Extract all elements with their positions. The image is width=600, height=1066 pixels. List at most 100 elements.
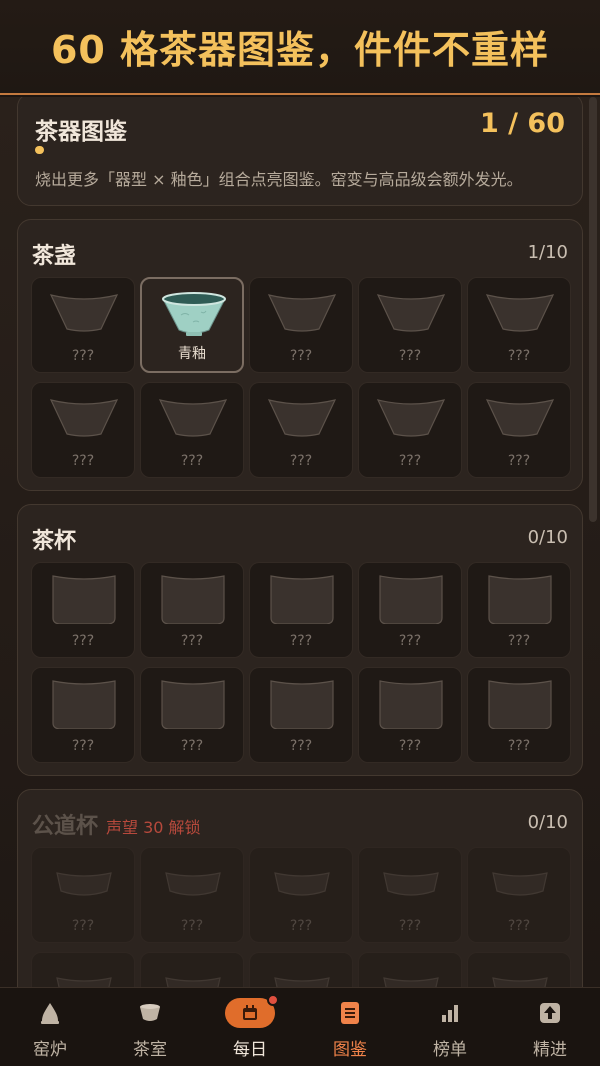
- kiln-icon: [25, 997, 75, 1029]
- catalog-description: 烧出更多「器型 × 釉色」组合点亮图鉴。窑变与高品级会额外发光。: [35, 170, 523, 189]
- collection-cell-unknown[interactable]: ???: [31, 382, 135, 478]
- teabowl-silhouette-icon: [267, 294, 337, 332]
- collection-cell-unknown[interactable]: ???: [140, 382, 244, 478]
- teacup-silhouette-icon: [161, 575, 225, 624]
- teabowl-icon: [162, 292, 226, 336]
- nav-item-daily[interactable]: 每日: [200, 988, 300, 1066]
- collection-cell-unknown[interactable]: ???: [467, 277, 571, 373]
- pitcher-silhouette-icon: [492, 977, 548, 987]
- cell-label: ???: [507, 738, 531, 754]
- collection-cell-unknown[interactable]: ???: [31, 847, 135, 943]
- teacup-silhouette-icon: [52, 680, 116, 729]
- collection-cell-unknown[interactable]: ???: [467, 382, 571, 478]
- cell-label: ???: [289, 918, 313, 934]
- collection-cell-unknown[interactable]: ???: [467, 952, 571, 987]
- collection-cell-unknown[interactable]: ???: [249, 952, 353, 987]
- teacup-silhouette-icon: [488, 575, 552, 624]
- cell-label: ???: [398, 633, 422, 649]
- collection-cell-unknown[interactable]: ???: [249, 562, 353, 658]
- cell-label: ???: [180, 918, 204, 934]
- collection-cell-unknown[interactable]: ???: [31, 667, 135, 763]
- cell-label: ???: [398, 918, 422, 934]
- cell-label: ???: [289, 453, 313, 469]
- teacup-silhouette-icon: [379, 680, 443, 729]
- collection-cell-unknown[interactable]: ???: [358, 952, 462, 987]
- nav-label: 图鉴: [333, 1040, 367, 1060]
- collection-cell-unknown[interactable]: ???: [358, 277, 462, 373]
- cell-label: ???: [71, 918, 95, 934]
- category-title-text: 茶杯: [32, 529, 77, 554]
- collection-grid: ??????????????????????????????: [31, 847, 571, 987]
- cell-label: ???: [507, 453, 531, 469]
- cell-label: ???: [507, 633, 531, 649]
- collection-cell-unknown[interactable]: ???: [140, 667, 244, 763]
- upgrade-icon: [525, 997, 575, 1029]
- teabowl-silhouette-icon: [49, 399, 119, 437]
- cell-label: ???: [398, 453, 422, 469]
- pitcher-silhouette-icon: [383, 872, 439, 896]
- collection-grid: ??? 青釉????????????????????????: [31, 277, 571, 478]
- nav-item-ranking[interactable]: 榜单: [400, 988, 500, 1066]
- teacup-silhouette-icon: [379, 575, 443, 624]
- collection-cell-unknown[interactable]: ???: [358, 562, 462, 658]
- collection-cell-unknown[interactable]: ???: [249, 277, 353, 373]
- collection-cell-unknown[interactable]: ???: [249, 382, 353, 478]
- scrollbar-thumb[interactable]: [589, 97, 597, 522]
- pitcher-silhouette-icon: [274, 872, 330, 896]
- collection-cell-unknown[interactable]: ???: [467, 562, 571, 658]
- teabowl-silhouette-icon: [485, 399, 555, 437]
- cell-label: ???: [289, 738, 313, 754]
- collection-cell-unknown[interactable]: ???: [358, 382, 462, 478]
- cell-label: ???: [71, 633, 95, 649]
- catalog-summary-card: 茶器图鉴 1 / 60 烧出更多「器型 × 釉色」组合点亮图鉴。窑变与高品级会额…: [17, 97, 583, 206]
- nav-item-upgrade[interactable]: 精进: [500, 988, 600, 1066]
- pitcher-silhouette-icon: [56, 872, 112, 896]
- cell-label: ???: [507, 348, 531, 364]
- catalog-title: 茶器图鉴: [35, 119, 127, 145]
- teabowl-silhouette-icon: [376, 294, 446, 332]
- catalog-icon: [325, 997, 375, 1029]
- collection-cell-unknown[interactable]: ???: [249, 667, 353, 763]
- teabowl-silhouette-icon: [49, 294, 119, 332]
- category-title-text: 茶盏: [32, 244, 77, 269]
- unlock-requirement: 声望 30 解锁: [106, 818, 201, 837]
- collection-cell-unknown[interactable]: ???: [31, 952, 135, 987]
- nav-item-tearoom[interactable]: 茶室: [100, 988, 200, 1066]
- cell-label: ???: [507, 918, 531, 934]
- category-count: 0/10: [527, 527, 568, 548]
- nav-label: 精进: [533, 1040, 567, 1060]
- collection-cell-unknown[interactable]: ???: [140, 952, 244, 987]
- collection-cell-unknown[interactable]: ???: [140, 847, 244, 943]
- teabowl-silhouette-icon: [158, 399, 228, 437]
- collection-cell-unknown[interactable]: ???: [31, 277, 135, 373]
- collection-cell-unknown[interactable]: ???: [140, 562, 244, 658]
- collection-cell-unlocked[interactable]: 青釉: [140, 277, 244, 373]
- cell-label: ???: [180, 633, 204, 649]
- pitcher-silhouette-icon: [383, 977, 439, 987]
- category-card: 茶盏 1/10??? 青釉????????????????????????: [17, 219, 583, 491]
- banner-title: 60 格茶器图鉴，件件不重样: [50, 28, 550, 72]
- catalog-progress-bar: [35, 146, 567, 154]
- collection-cell-unknown[interactable]: ???: [249, 847, 353, 943]
- calendar-icon: [243, 1005, 257, 1020]
- nav-item-catalog[interactable]: 图鉴: [300, 988, 400, 1066]
- pitcher-silhouette-icon: [165, 977, 221, 987]
- bottom-navigation: 窑炉 茶室 每日 图鉴 榜单 精进: [0, 987, 600, 1066]
- nav-label: 茶室: [133, 1040, 167, 1060]
- ranking-icon: [425, 997, 475, 1029]
- collection-cell-unknown[interactable]: ???: [467, 847, 571, 943]
- cell-label: ???: [180, 738, 204, 754]
- collection-cell-unknown[interactable]: ???: [358, 847, 462, 943]
- nav-item-kiln[interactable]: 窑炉: [0, 988, 100, 1066]
- collection-cell-unknown[interactable]: ???: [467, 667, 571, 763]
- teabowl-icon: [125, 997, 175, 1029]
- collection-cell-unknown[interactable]: ???: [358, 667, 462, 763]
- catalog-scroll-area[interactable]: 茶器图鉴 1 / 60 烧出更多「器型 × 釉色」组合点亮图鉴。窑变与高品级会额…: [0, 97, 600, 987]
- category-title-text: 公道杯: [32, 814, 99, 839]
- cell-label: ???: [398, 738, 422, 754]
- promo-banner: 60 格茶器图鉴，件件不重样: [0, 0, 600, 95]
- cell-label: ???: [289, 348, 313, 364]
- collection-grid: ??????????????????????????????: [31, 562, 571, 763]
- daily-pill: [225, 994, 279, 1028]
- collection-cell-unknown[interactable]: ???: [31, 562, 135, 658]
